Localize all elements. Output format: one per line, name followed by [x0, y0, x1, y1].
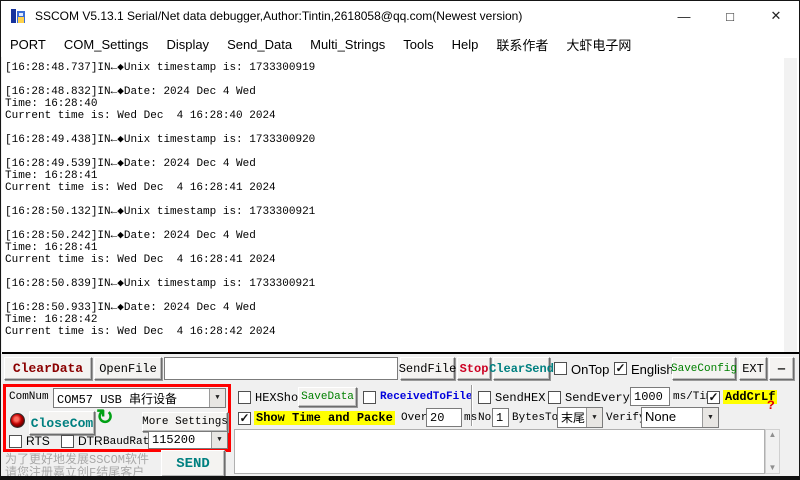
com-port-select[interactable]: COM57 USB 串行设备 ▼ [53, 388, 226, 408]
baud-rate-value: 115200 [149, 432, 211, 448]
close-button[interactable]: ✕ [753, 1, 799, 31]
on-top-checkbox[interactable] [554, 362, 567, 375]
send-interval-input[interactable] [630, 387, 670, 406]
dtr-checkbox[interactable] [61, 435, 74, 448]
send-file-button[interactable]: SendFile [400, 357, 455, 380]
scroll-down-icon[interactable]: ▼ [769, 463, 777, 473]
menu-port[interactable]: PORT [1, 37, 55, 52]
scroll-up-icon[interactable]: ▲ [769, 430, 777, 440]
save-config-button[interactable]: SaveConfig [672, 357, 736, 380]
window-controls: — □ ✕ [661, 1, 799, 31]
title-bar: SSCOM V5.13.1 Serial/Net data debugger,A… [1, 1, 799, 31]
menu-daxia-site[interactable]: 大虾电子网 [557, 35, 640, 54]
maximize-button[interactable]: □ [707, 1, 753, 31]
menu-multi-strings[interactable]: Multi_Strings [301, 37, 394, 52]
com-settings-panel: ComNum COM57 USB 串行设备 ▼ CloseCom ↻ More … [3, 384, 231, 452]
com-port-value: COM57 USB 串行设备 [54, 389, 209, 407]
clear-send-button[interactable]: ClearSend [493, 357, 550, 380]
promo-text: 为了更好地发展SSCOM软件 请您注册嘉立创F结尾客户 [5, 454, 149, 480]
open-file-button[interactable]: OpenFile [94, 357, 162, 380]
send-data-textarea[interactable] [234, 429, 765, 474]
verify-label: Verify [606, 412, 646, 424]
com-status-led-icon [10, 413, 25, 428]
help-icon[interactable]: ? [767, 398, 775, 413]
menu-tools[interactable]: Tools [394, 37, 442, 52]
add-crlf-checkbox[interactable]: ✓ [707, 391, 720, 404]
verify-value: None [642, 408, 702, 427]
promo-line-2: 请您注册嘉立创F结尾客户 [5, 467, 149, 480]
chevron-down-icon[interactable]: ▼ [211, 432, 227, 448]
send-area-scrollbar[interactable]: ▲ ▼ [765, 429, 780, 474]
sscom-window: SSCOM V5.13.1 Serial/Net data debugger,A… [0, 0, 800, 480]
dtr-label: DTR [78, 434, 103, 448]
chevron-down-icon[interactable]: ▼ [209, 389, 225, 407]
send-every-label: SendEvery: [565, 391, 637, 405]
send-hex-checkbox[interactable] [478, 391, 491, 404]
clear-data-button[interactable]: ClearData [4, 357, 92, 380]
app-icon [10, 7, 28, 25]
check-icon: ✓ [708, 390, 718, 404]
overtime-input[interactable] [426, 408, 462, 427]
no-label: No [478, 412, 491, 424]
baud-rate-label: BaudRat [103, 436, 149, 448]
bytes-to-value: 末尾 [558, 408, 586, 427]
menu-help[interactable]: Help [443, 37, 488, 52]
menu-bar: PORT COM_Settings Display Send_Data Mult… [1, 31, 799, 57]
close-com-button[interactable]: CloseCom [29, 411, 95, 435]
overtime-ms-label: ms [464, 412, 477, 424]
send-button[interactable]: SEND [161, 450, 225, 477]
rts-label: RTS [26, 434, 50, 448]
minimize-button[interactable]: — [661, 1, 707, 31]
more-settings-button[interactable]: More Settings [142, 412, 228, 432]
stop-button[interactable]: Stop [457, 357, 491, 380]
chevron-down-icon[interactable]: ▼ [702, 408, 718, 427]
bytes-count-input[interactable] [492, 408, 509, 427]
baud-rate-select[interactable]: 115200 ▼ [148, 431, 228, 449]
english-label: English [631, 362, 674, 377]
show-time-checkbox[interactable]: ✓ [238, 412, 251, 425]
check-icon: ✓ [239, 411, 249, 425]
send-every-checkbox[interactable] [548, 391, 561, 404]
save-data-button[interactable]: SaveData [298, 387, 357, 407]
rts-checkbox[interactable] [9, 435, 22, 448]
menu-display[interactable]: Display [157, 37, 218, 52]
file-path-input[interactable] [164, 357, 398, 380]
bytes-to-select[interactable]: 末尾 ▼ [557, 407, 603, 428]
refresh-ports-icon[interactable]: ↻ [96, 407, 114, 428]
hex-show-checkbox[interactable] [238, 391, 251, 404]
english-checkbox[interactable]: ✓ [614, 362, 627, 375]
terminal-output[interactable]: [16:28:48.737]IN←◆Unix timestamp is: 173… [2, 57, 800, 354]
show-time-label: Show Time and Packe [254, 411, 395, 425]
bytes-to-label: BytesTo [512, 412, 558, 424]
ext-button[interactable]: EXT [739, 357, 767, 380]
check-icon: ✓ [615, 361, 625, 375]
terminal-scrollbar[interactable] [784, 58, 797, 352]
on-top-label: OnTop [571, 362, 609, 377]
menu-send-data[interactable]: Send_Data [218, 37, 301, 52]
received-to-file-label: ReceivedToFile [380, 391, 472, 403]
received-to-file-checkbox[interactable] [363, 391, 376, 404]
send-hex-label: SendHEX [495, 391, 545, 405]
menu-contact-author[interactable]: 联系作者 [487, 35, 557, 54]
window-title: SSCOM V5.13.1 Serial/Net data debugger,A… [35, 9, 522, 23]
collapse-panel-button[interactable]: — [769, 357, 794, 380]
chevron-down-icon[interactable]: ▼ [586, 408, 602, 427]
menu-com-settings[interactable]: COM_Settings [55, 37, 158, 52]
verify-select[interactable]: None ▼ [641, 407, 719, 428]
com-num-label: ComNum [9, 391, 49, 403]
